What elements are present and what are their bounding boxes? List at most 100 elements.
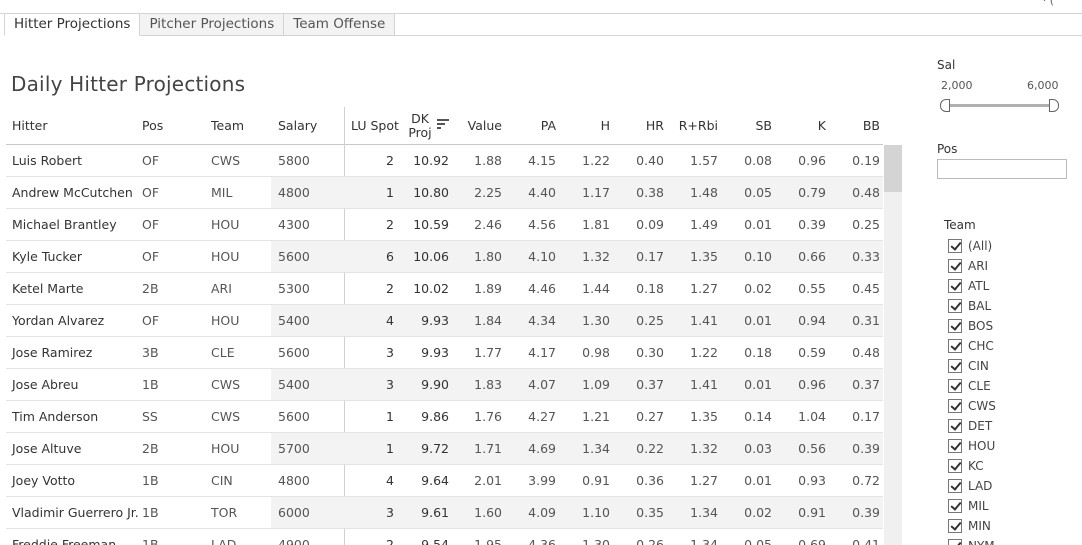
checkbox-checked-icon[interactable] [948,459,962,473]
cell-k: 0.96 [798,377,826,392]
table-row[interactable]: Kyle Tucker OF HOU 5600 6 10.06 1.80 4.10 1.32 0.… [6,241,883,273]
team-option[interactable]: CIN [948,356,989,376]
col-header-hr[interactable]: HR [624,107,664,145]
cell-bb: 0.72 [852,473,880,488]
checkbox-checked-icon[interactable] [948,379,962,393]
checkbox-checked-icon[interactable] [948,539,962,545]
col-header-k[interactable]: K [786,107,826,145]
checkbox-checked-icon[interactable] [948,399,962,413]
cell-hitter: Kyle Tucker [12,249,82,264]
cell-team: LAD [211,537,237,545]
team-option-label: DET [968,419,993,433]
cell-hr: 0.30 [636,345,664,360]
cell-bb: 0.48 [852,345,880,360]
team-option[interactable]: ATL [948,276,989,296]
cell-hitter: Luis Robert [12,153,83,168]
table-row[interactable]: Andrew McCutchen OF MIL 4800 1 10.80 2.25 4.40 1… [6,177,883,209]
checkbox-checked-icon[interactable] [948,439,962,453]
checkbox-checked-icon[interactable] [948,299,962,313]
col-header-pa[interactable]: PA [516,107,556,145]
cell-dk-proj: 10.92 [413,153,449,168]
checkbox-checked-icon[interactable] [948,419,962,433]
pos-filter-label: Pos [937,142,958,156]
col-header-bb[interactable]: BB [840,107,880,145]
checkbox-checked-icon[interactable] [948,319,962,333]
cell-sb: 0.08 [744,153,772,168]
col-header-lu-spot[interactable]: LU Spot [351,107,399,145]
checkbox-checked-icon[interactable] [948,259,962,273]
table-row[interactable]: Luis Robert OF CWS 5800 2 10.92 1.88 4.15 1.22 0.… [6,145,883,177]
cell-sb: 0.01 [744,313,772,328]
cell-r-rbi: 1.41 [690,377,718,392]
team-option[interactable]: MIN [948,516,991,536]
team-option[interactable]: LAD [948,476,992,496]
cell-salary: 5300 [278,281,310,296]
table-row[interactable]: Ketel Marte 2B ARI 5300 2 10.02 1.89 4.46 1.44 0.… [6,273,883,305]
checkbox-checked-icon[interactable] [948,279,962,293]
checkbox-checked-icon[interactable] [948,479,962,493]
cell-value: 1.83 [474,377,502,392]
team-option[interactable]: (All) [948,236,992,256]
pos-filter-input[interactable] [937,159,1067,179]
salary-slider-min-handle[interactable] [940,99,950,112]
col-header-r-rbi[interactable]: R+Rbi [673,107,718,145]
team-option[interactable]: MIL [948,496,989,516]
cell-value: 1.84 [474,313,502,328]
col-header-team[interactable]: Team [211,107,244,145]
tab-team-offense[interactable]: Team Offense [284,14,396,36]
cell-salary: 4800 [278,185,310,200]
team-option[interactable]: DET [948,416,992,436]
team-option[interactable]: HOU [948,436,995,456]
cell-hr: 0.36 [636,473,664,488]
table-row[interactable]: Jose Ramirez 3B CLE 5600 3 9.93 1.77 4.17 0.98 0.… [6,337,883,369]
tab-pitcher-projections[interactable]: Pitcher Projections [140,14,285,36]
col-header-value[interactable]: Value [462,107,502,145]
checkbox-checked-icon[interactable] [948,339,962,353]
cell-value: 1.77 [474,345,502,360]
cell-dk-proj: 9.93 [421,313,449,328]
scrollbar-thumb[interactable] [884,145,902,192]
checkbox-checked-icon[interactable] [948,359,962,373]
table-row[interactable]: Michael Brantley OF HOU 4300 2 10.59 2.46 4.56 1… [6,209,883,241]
col-header-pos[interactable]: Pos [142,107,163,145]
cell-hr: 0.26 [636,537,664,545]
checkbox-checked-icon[interactable] [948,239,962,253]
cell-pa: 4.40 [528,185,556,200]
cell-k: 0.93 [798,473,826,488]
team-option[interactable]: CHC [948,336,994,356]
team-option[interactable]: KC [948,456,984,476]
sort-descending-icon[interactable] [437,119,449,129]
cell-dk-proj: 10.06 [413,249,449,264]
table-row[interactable]: Joey Votto 1B CIN 4800 4 9.64 2.01 3.99 0.91 0.36… [6,465,883,497]
table-row[interactable]: Jose Altuve 2B HOU 5700 1 9.72 1.71 4.69 1.34 0.2… [6,433,883,465]
cell-pos: OF [142,313,160,328]
col-header-hitter[interactable]: Hitter [12,107,48,145]
cell-salary: 5400 [278,377,310,392]
team-option[interactable]: BOS [948,316,993,336]
table-row[interactable]: Yordan Alvarez OF HOU 5400 4 9.93 1.84 4.34 1.30… [6,305,883,337]
checkbox-checked-icon[interactable] [948,499,962,513]
cell-lu-spot: 2 [386,217,394,232]
salary-slider-max-handle[interactable] [1049,99,1059,112]
team-option[interactable]: BAL [948,296,991,316]
team-option[interactable]: NYM [948,536,995,545]
col-header-salary[interactable]: Salary [278,107,317,145]
cell-h: 1.32 [582,249,610,264]
team-option[interactable]: ARI [948,256,988,276]
cell-value: 1.60 [474,505,502,520]
table-scrollbar[interactable] [884,145,902,545]
team-option[interactable]: CLE [948,376,991,396]
table-row[interactable]: Tim Anderson SS CWS 5600 1 9.86 1.76 4.27 1.21 0.… [6,401,883,433]
salary-slider-track[interactable] [945,104,1053,107]
col-header-h[interactable]: H [570,107,610,145]
table-row[interactable]: Vladimir Guerrero Jr. 1B TOR 6000 3 9.61 1.60 4… [6,497,883,529]
team-option-label: ARI [968,259,989,273]
checkbox-checked-icon[interactable] [948,519,962,533]
table-row[interactable]: Freddie Freeman 1B LAD 4900 2 9.54 1.95 4.36 1.3… [6,529,883,545]
table-row[interactable]: Jose Abreu 1B CWS 5400 3 9.90 1.83 4.07 1.09 0.37… [6,369,883,401]
col-header-sb[interactable]: SB [732,107,772,145]
cell-hr: 0.37 [636,377,664,392]
team-option[interactable]: CWS [948,396,996,416]
cell-k: 0.66 [798,249,826,264]
tab-hitter-projections[interactable]: Hitter Projections [4,14,141,36]
